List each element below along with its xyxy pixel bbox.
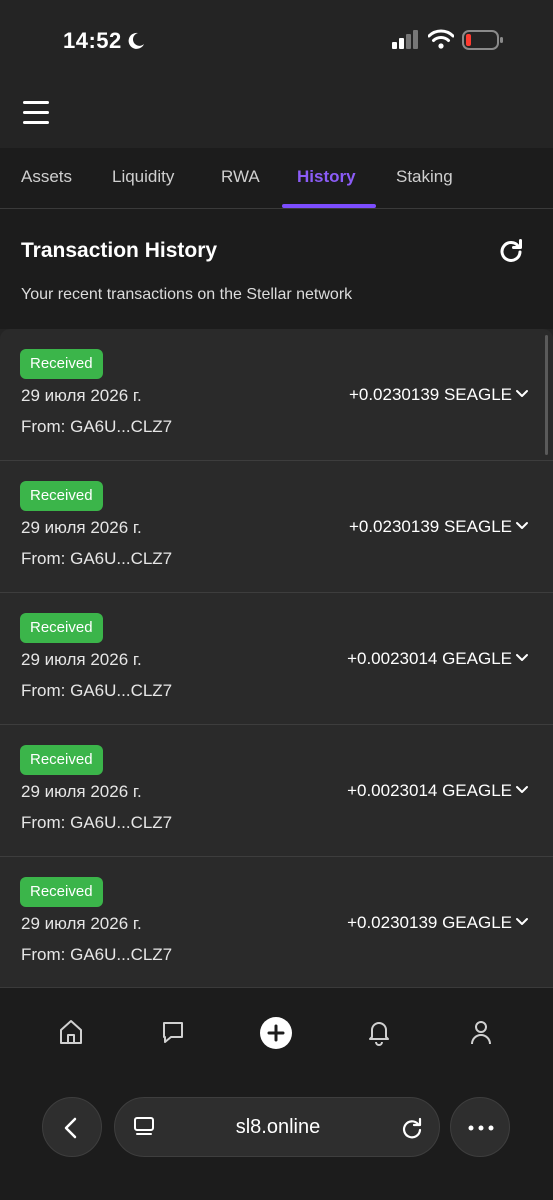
chevron-left-icon <box>64 1117 77 1139</box>
tab-liquidity[interactable]: Liquidity <box>112 148 174 208</box>
tab-bar: Assets Liquidity RWA History Staking <box>0 148 553 209</box>
scrollbar-thumb[interactable] <box>545 335 548 455</box>
refresh-icon[interactable] <box>497 237 525 265</box>
bottom-navigation <box>0 987 553 1075</box>
cellular-signal-icon <box>392 30 418 49</box>
chevron-down-icon[interactable] <box>515 653 529 663</box>
browser-toolbar: sl8.online <box>0 1075 553 1200</box>
plus-icon[interactable] <box>259 1016 293 1050</box>
transaction-row[interactable]: Received 29 июля 2026 г. From: GA6U...CL… <box>0 329 553 461</box>
url-text: sl8.online <box>235 1116 321 1138</box>
transaction-from: From: GA6U...CLZ7 <box>21 813 173 832</box>
bell-icon[interactable] <box>366 1018 392 1046</box>
transaction-date: 29 июля 2026 г. <box>21 650 142 669</box>
transaction-from: From: GA6U...CLZ7 <box>21 549 173 568</box>
moon-icon <box>128 32 144 49</box>
transaction-from: From: GA6U...CLZ7 <box>21 945 173 964</box>
tab-assets[interactable]: Assets <box>21 148 72 208</box>
reload-icon[interactable] <box>401 1116 423 1140</box>
app-header <box>0 84 553 148</box>
transaction-amount: +0.0230139 SEAGLE <box>348 517 512 536</box>
status-badge: Received <box>20 481 103 511</box>
home-icon[interactable] <box>58 1018 84 1046</box>
more-options-button[interactable] <box>450 1097 510 1157</box>
tab-history[interactable]: History <box>297 148 356 208</box>
wifi-icon <box>428 29 454 49</box>
back-button[interactable] <box>42 1097 102 1157</box>
transaction-date: 29 июля 2026 г. <box>21 914 142 933</box>
active-tab-indicator <box>282 204 376 208</box>
chevron-down-icon[interactable] <box>515 785 529 795</box>
more-horizontal-icon <box>468 1125 494 1131</box>
chat-icon[interactable] <box>160 1018 186 1046</box>
status-badge: Received <box>20 745 103 775</box>
status-badge: Received <box>20 349 103 379</box>
status-badge: Received <box>20 877 103 907</box>
transaction-date: 29 июля 2026 г. <box>21 518 142 537</box>
chevron-down-icon[interactable] <box>515 917 529 927</box>
transaction-row[interactable]: Received 29 июля 2026 г. From: GA6U...CL… <box>0 725 553 857</box>
transaction-row[interactable]: Received 29 июля 2026 г. From: GA6U...CL… <box>0 593 553 725</box>
transaction-from: From: GA6U...CLZ7 <box>21 681 173 700</box>
profile-icon[interactable] <box>468 1018 494 1046</box>
transaction-amount: +0.0023014 GEAGLE <box>347 781 512 800</box>
transaction-from: From: GA6U...CLZ7 <box>21 417 173 436</box>
transaction-row[interactable]: Received 29 июля 2026 г. From: GA6U...CL… <box>0 857 553 987</box>
status-badge: Received <box>20 613 103 643</box>
transaction-amount: +0.0230139 GEAGLE <box>347 913 512 932</box>
transaction-date: 29 июля 2026 г. <box>21 386 142 405</box>
battery-icon <box>462 30 503 50</box>
address-bar[interactable]: sl8.online <box>114 1097 440 1157</box>
chevron-down-icon[interactable] <box>515 521 529 531</box>
tab-staking[interactable]: Staking <box>396 148 453 208</box>
transaction-amount: +0.0023014 GEAGLE <box>347 649 512 668</box>
tab-rwa[interactable]: RWA <box>221 148 260 208</box>
transaction-date: 29 июля 2026 г. <box>21 782 142 801</box>
transaction-list[interactable]: Received 29 июля 2026 г. From: GA6U...CL… <box>0 329 553 987</box>
hamburger-menu-icon[interactable] <box>23 101 49 124</box>
transaction-amount: +0.0230139 SEAGLE <box>348 385 512 404</box>
status-time: 14:52 <box>63 28 122 53</box>
page-subtitle: Your recent transactions on the Stellar … <box>21 286 353 303</box>
page-title: Transaction History <box>21 239 218 262</box>
chevron-down-icon[interactable] <box>515 389 529 399</box>
history-header: Transaction History Your recent transact… <box>0 209 553 329</box>
status-bar: 14:52 <box>0 0 553 84</box>
transaction-row[interactable]: Received 29 июля 2026 г. From: GA6U...CL… <box>0 461 553 593</box>
